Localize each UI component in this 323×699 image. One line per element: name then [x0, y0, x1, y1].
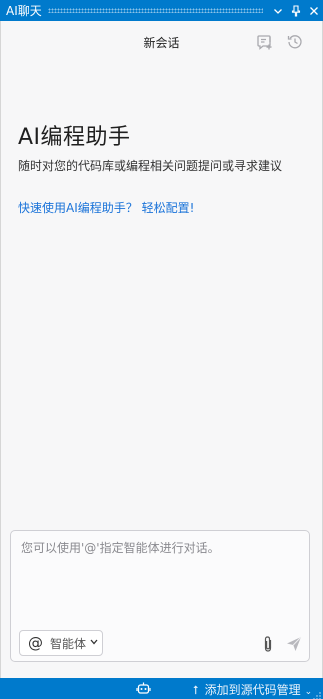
titlebar-drag-grip[interactable] [47, 8, 263, 13]
quick-setup-link[interactable]: 快速使用AI编程助手？ 轻松配置! [18, 199, 194, 216]
chevron-up-icon: ⌄ [304, 687, 313, 697]
arrow-up-icon: ⭡ [193, 683, 199, 697]
agent-selector-label: 智能体 [50, 636, 87, 651]
ai-chat-window: AI聊天 新会话 AI编程助手 随时对您的代码库或编程相关问题提问或寻求建议 快… [0, 0, 323, 699]
welcome-subtitle: 随时对您的代码库或编程相关问题提问或寻求建议 [18, 159, 283, 173]
chat-header: 新会话 [0, 21, 323, 65]
add-to-source-control-button[interactable]: ⭡ 添加到源代码管理 ⌄ [193, 681, 312, 698]
chat-input-box: @ 智能体 [10, 530, 310, 662]
pin-icon[interactable] [287, 0, 305, 21]
robot-icon[interactable] [136, 681, 151, 696]
at-icon: @ [28, 634, 43, 652]
resize-grip-icon[interactable] [313, 689, 321, 699]
welcome-title: AI编程助手 [18, 125, 131, 150]
chevron-down-icon [90, 638, 98, 648]
tool-window-title: AI聊天 [6, 4, 42, 18]
tool-window-titlebar: AI聊天 [0, 0, 323, 21]
agent-selector[interactable]: @ 智能体 [19, 630, 103, 656]
status-bar: ⭡ 添加到源代码管理 ⌄ [0, 678, 323, 699]
window-menu-dropdown-icon[interactable] [269, 0, 287, 21]
session-title: 新会话 [143, 36, 180, 50]
send-icon[interactable] [285, 635, 303, 653]
attachment-icon[interactable] [261, 635, 275, 653]
close-icon[interactable] [305, 0, 323, 21]
new-chat-icon[interactable] [256, 33, 274, 51]
chat-input[interactable] [19, 537, 305, 621]
history-icon[interactable] [286, 33, 304, 51]
source-control-label: 添加到源代码管理 [204, 683, 301, 697]
